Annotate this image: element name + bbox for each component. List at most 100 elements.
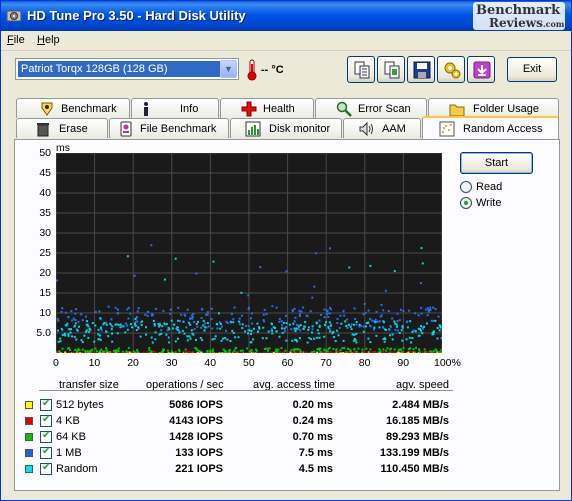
scatter-point	[222, 337, 224, 340]
scatter-point	[125, 322, 128, 325]
access-time-value: 4.5 ms	[298, 463, 333, 475]
scatter-point	[122, 350, 125, 353]
copy-text-button[interactable]	[347, 56, 375, 83]
title-bar[interactable]: HD Tune Pro 3.50 - Hard Disk Utility Ben…	[1, 1, 571, 31]
scatter-point	[221, 352, 224, 353]
tab-benchmark[interactable]: Benchmark	[16, 98, 130, 118]
scatter-point	[418, 348, 421, 351]
scatter-point	[342, 352, 345, 353]
scatter-point	[74, 312, 77, 315]
scatter-point	[177, 306, 180, 309]
scatter-point	[394, 329, 397, 331]
scatter-point	[425, 322, 428, 325]
series-checkbox[interactable]: ✔	[40, 430, 52, 443]
scatter-point	[221, 325, 223, 328]
read-radio[interactable]	[460, 181, 472, 193]
series-checkbox[interactable]: ✔	[40, 414, 52, 427]
x-tick-label: 90	[397, 357, 410, 369]
scatter-point	[362, 325, 365, 328]
scatter-point	[100, 348, 103, 351]
menu-help[interactable]: Help	[37, 34, 60, 46]
copy-screenshot-button[interactable]	[377, 56, 405, 83]
scatter-point	[133, 274, 136, 277]
series-checkbox[interactable]: ✔	[40, 462, 52, 475]
scatter-point	[160, 332, 163, 335]
scatter-point	[124, 331, 127, 334]
tab-error-scan[interactable]: Error Scan	[315, 98, 427, 118]
scatter-point	[212, 351, 214, 353]
series-color-swatch	[25, 401, 33, 409]
scatter-point	[337, 334, 340, 337]
chevron-down-icon[interactable]: ▼	[220, 60, 237, 78]
tab-health[interactable]: Health	[220, 98, 314, 118]
series-checkbox[interactable]: ✔	[40, 398, 52, 411]
scatter-point	[87, 336, 90, 339]
scatter-point	[206, 311, 209, 314]
menu-bar: File Help	[1, 31, 571, 51]
scatter-point	[326, 350, 329, 353]
scatter-point	[136, 320, 139, 323]
series-color-swatch	[25, 433, 33, 441]
scatter-point	[401, 339, 404, 342]
tab-aam[interactable]: AAM	[343, 118, 421, 138]
scatter-point	[365, 322, 368, 325]
scatter-point	[421, 332, 424, 335]
read-radio-label[interactable]: Read	[476, 181, 502, 193]
operations-value: 5086 IOPS	[169, 399, 223, 411]
tab-file-benchmark[interactable]: File Benchmark	[109, 118, 229, 138]
scatter-point	[60, 310, 63, 313]
scatter-point	[173, 323, 176, 326]
scatter-point	[285, 314, 287, 317]
scatter-point	[167, 349, 169, 352]
scatter-point	[323, 348, 326, 351]
speed-value: 110.450 MB/s	[380, 463, 450, 475]
scatter-point	[291, 309, 294, 312]
start-button[interactable]: Start	[460, 152, 533, 174]
scatter-point	[328, 346, 331, 349]
tab-random-access[interactable]: Random Access	[422, 116, 559, 139]
checkmark-icon: ✔	[42, 462, 51, 473]
minimize-to-tray-button[interactable]	[467, 56, 495, 83]
scatter-point	[56, 279, 58, 282]
drive-select[interactable]: Patriot Torqx 128GB (128 GB) ▼	[15, 58, 239, 80]
scatter-point	[168, 352, 171, 353]
scatter-point	[348, 266, 351, 269]
scatter-point	[241, 323, 244, 326]
write-radio[interactable]	[460, 197, 472, 209]
scatter-point	[238, 317, 241, 320]
exit-button[interactable]: Exit	[507, 57, 557, 82]
scatter-point	[195, 339, 197, 341]
scatter-point	[189, 323, 192, 326]
scatter-point	[355, 341, 358, 344]
scatter-point	[290, 328, 292, 331]
scatter-point	[89, 351, 92, 353]
scatter-point	[420, 306, 423, 309]
transfer-size-label: Random	[56, 463, 98, 475]
tab-disk-monitor[interactable]: Disk monitor	[230, 118, 342, 138]
scatter-point	[206, 322, 209, 324]
series-checkbox[interactable]: ✔	[40, 446, 52, 459]
menu-file[interactable]: File	[7, 34, 25, 46]
y-tick-label: 30	[39, 227, 51, 239]
scatter-point	[194, 347, 197, 349]
scatter-point	[270, 329, 273, 332]
scatter-point	[434, 319, 437, 322]
scatter-point	[354, 339, 357, 342]
options-button[interactable]	[437, 56, 465, 83]
tab-info[interactable]: Info	[131, 98, 219, 118]
scatter-point	[285, 322, 288, 325]
tab-folder-usage[interactable]: Folder Usage	[428, 98, 559, 118]
scatter-point	[248, 329, 251, 332]
scatter-point	[189, 317, 192, 320]
scatter-point	[396, 312, 399, 315]
transfer-size-label: 4 KB	[56, 415, 80, 427]
scatter-point	[418, 351, 421, 353]
tab-erase[interactable]: Erase	[16, 118, 108, 138]
write-radio-label[interactable]: Write	[476, 197, 501, 209]
scatter-point	[414, 351, 416, 353]
save-button[interactable]	[407, 56, 435, 83]
scatter-point	[440, 349, 442, 351]
scatter-point	[299, 324, 302, 327]
scatter-point	[421, 262, 424, 265]
scatter-point	[75, 338, 78, 341]
